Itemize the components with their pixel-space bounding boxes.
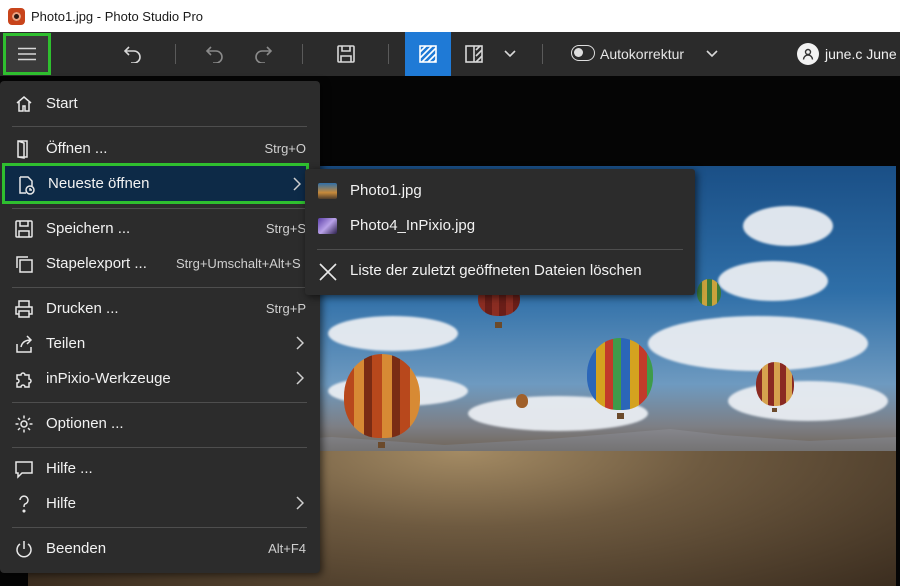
recent-file-item[interactable]: Photo4_InPixio.jpg [305, 209, 695, 243]
autocorrect-toggle[interactable] [571, 45, 595, 61]
menu-item-help-dialog[interactable]: Hilfe ... [0, 451, 320, 486]
menu-item-options[interactable]: Optionen ... [0, 406, 320, 441]
home-icon [14, 94, 34, 114]
redo-button[interactable] [246, 32, 280, 76]
split-view-icon [465, 45, 483, 63]
menu-item-print[interactable]: Drucken ... Strg+P [0, 291, 320, 326]
main-menu-button[interactable] [3, 33, 51, 75]
main-menu: Start Öffnen ... Strg+O Neueste öffnen S… [0, 81, 320, 573]
menu-item-label: Start [46, 95, 78, 112]
print-icon [14, 299, 34, 319]
image-thumbnail-icon [318, 183, 337, 199]
chevron-right-icon [296, 336, 305, 355]
autocorrect-dropdown-button[interactable] [702, 32, 722, 76]
power-icon [14, 539, 34, 559]
gear-icon [14, 414, 34, 434]
user-avatar-icon[interactable] [797, 43, 819, 65]
menu-divider [12, 126, 307, 127]
menu-item-exit[interactable]: Beenden Alt+F4 [0, 531, 320, 566]
undo-button[interactable] [116, 32, 150, 76]
menu-item-shortcut: Strg+O [264, 141, 306, 156]
menu-item-start[interactable]: Start [0, 86, 320, 121]
puzzle-icon [14, 369, 34, 389]
recent-files-icon [16, 175, 36, 195]
image-thumbnail-icon [318, 218, 337, 234]
menu-divider [12, 527, 307, 528]
menu-item-help[interactable]: Hilfe [0, 486, 320, 521]
save-button[interactable] [329, 32, 363, 76]
chevron-right-icon [293, 177, 302, 196]
user-name[interactable]: june.c June [825, 32, 897, 76]
menu-item-inpixio-tools[interactable]: inPixio-Werkzeuge [0, 361, 320, 396]
hamburger-icon [18, 47, 36, 61]
open-door-icon [14, 139, 34, 159]
menu-item-open[interactable]: Öffnen ... Strg+O [0, 131, 320, 166]
menu-item-label: Neueste öffnen [48, 175, 150, 192]
menu-item-label: Hilfe ... [46, 460, 93, 477]
save-icon [14, 219, 34, 239]
menu-item-shortcut: Strg+S [265, 221, 306, 236]
view-mode-button[interactable] [405, 32, 451, 76]
menu-item-label: Stapelexport ... [46, 255, 147, 272]
chevron-down-icon [706, 50, 718, 58]
view-dropdown-button[interactable] [500, 32, 520, 76]
clear-recent-button[interactable]: Liste der zuletzt geöffneten Dateien lös… [305, 254, 695, 288]
menu-divider [12, 208, 307, 209]
toolbar-divider [175, 44, 176, 64]
menu-item-label: Hilfe [46, 495, 77, 512]
toolbar-divider [542, 44, 543, 64]
toolbar-divider [388, 44, 389, 64]
menu-item-label: Optionen ... [46, 415, 124, 432]
menu-item-label: Beenden [46, 540, 107, 557]
chevron-right-icon [296, 371, 305, 390]
share-icon [14, 334, 34, 354]
close-icon [318, 262, 338, 287]
recent-file-label: Photo1.jpg [350, 182, 422, 199]
undo-icon [123, 46, 141, 63]
menu-item-share[interactable]: Teilen [0, 326, 320, 361]
question-icon [14, 494, 34, 514]
redo-icon [255, 46, 273, 63]
menu-item-shortcut: Alt+F4 [268, 541, 306, 556]
view-pattern-icon [419, 45, 437, 63]
menu-item-save[interactable]: Speichern ... Strg+S [0, 211, 320, 246]
chevron-right-icon [296, 496, 305, 515]
menu-divider [12, 402, 307, 403]
recent-files-submenu: Photo1.jpg Photo4_InPixio.jpg Liste der … [305, 169, 695, 295]
menu-item-label: Teilen [46, 335, 86, 352]
title-bar: Photo1.jpg - Photo Studio Pro [0, 0, 900, 32]
autocorrect-label: Autokorrektur [600, 46, 685, 62]
menu-item-batch-export[interactable]: Stapelexport ... Strg+Umschalt+Alt+S [0, 246, 320, 281]
chevron-down-icon [504, 50, 516, 58]
toolbar-divider [302, 44, 303, 64]
toolbar: Autokorrektur june.c June [0, 32, 900, 76]
chat-icon [14, 459, 34, 479]
batch-export-icon [14, 254, 34, 274]
menu-divider [12, 287, 307, 288]
menu-item-recent[interactable]: Neueste öffnen [2, 163, 309, 204]
recent-file-item[interactable]: Photo1.jpg [305, 174, 695, 208]
clear-recent-label: Liste der zuletzt geöffneten Dateien lös… [350, 262, 642, 279]
compare-view-button[interactable] [457, 32, 491, 76]
undo-icon [205, 46, 223, 63]
undo-history-button[interactable] [198, 32, 232, 76]
app-logo-icon [8, 7, 25, 25]
recent-file-label: Photo4_InPixio.jpg [350, 217, 476, 234]
menu-item-label: Speichern ... [46, 220, 131, 237]
save-icon [337, 45, 355, 63]
window-title: Photo1.jpg - Photo Studio Pro [31, 8, 204, 24]
menu-divider [317, 249, 683, 250]
menu-divider [12, 447, 307, 448]
menu-item-label: Öffnen ... [46, 140, 108, 157]
menu-item-label: Drucken ... [46, 300, 119, 317]
menu-item-label: inPixio-Werkzeuge [46, 370, 171, 387]
menu-item-shortcut: Strg+P [265, 301, 306, 316]
menu-item-shortcut: Strg+Umschalt+Alt+S [176, 256, 301, 271]
